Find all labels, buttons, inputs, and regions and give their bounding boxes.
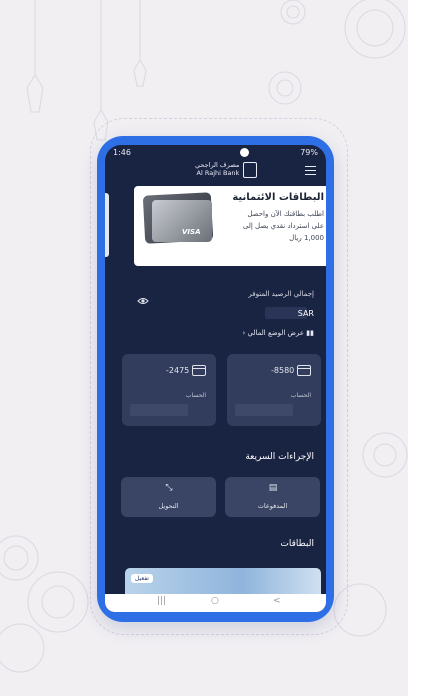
credit-card-promo[interactable]: VISA البطاقات الائتمانية اطلب بطاقتك الآ…	[134, 186, 326, 266]
right-edge-strip	[408, 0, 422, 696]
status-time: 1:46	[113, 148, 131, 157]
financial-status-label: عرض الوضع المالي	[247, 329, 305, 337]
phone-frame: 1:46 79% مصرف الراجحي Al Rajhi Bank VISA…	[97, 136, 334, 622]
card-icon	[192, 365, 206, 376]
financial-status-link[interactable]: ▮▮ عرض الوضع المالي ‹	[242, 329, 314, 337]
home-icon[interactable]: ○	[211, 596, 219, 606]
transfer-button[interactable]: ⤡ التحويل	[121, 477, 216, 517]
bank-name-en: Al Rajhi Bank	[196, 169, 240, 177]
bank-logo-text: مصرف الراجحي Al Rajhi Bank	[195, 161, 239, 177]
transfer-label: التحويل	[158, 502, 179, 510]
recents-icon[interactable]: |||	[157, 596, 166, 606]
account-balance-hidden	[130, 404, 188, 416]
eye-icon[interactable]	[137, 297, 149, 305]
promo-stack-edge	[105, 193, 109, 257]
account-number: -2475	[166, 366, 190, 375]
cards-section-title: البطاقات	[280, 539, 314, 549]
menu-icon[interactable]	[305, 166, 316, 178]
promo-body: اطلب بطاقتك الآن واحصل على استرداد نقدي …	[242, 210, 324, 242]
account-card-8580[interactable]: -8580 الحساب	[227, 354, 321, 426]
app-header: مصرف الراجحي Al Rajhi Bank	[105, 159, 326, 185]
account-card-2475[interactable]: -2475 الحساب	[122, 354, 216, 426]
bank-name-ar: مصرف الراجحي	[195, 161, 240, 169]
card-icon	[297, 365, 311, 376]
payments-button[interactable]: ▤ المدفوعات	[225, 477, 320, 517]
payments-label: المدفوعات	[257, 502, 288, 510]
promo-title: البطاقات الائتمانية	[232, 192, 324, 203]
chart-icon: ▮▮	[304, 329, 314, 337]
balance-currency: SAR	[297, 309, 314, 318]
android-nav-bar: ||| ○ <	[105, 594, 326, 612]
account-label: الحساب	[290, 392, 311, 399]
total-balance-label: إجمالي الرصيد المتوفر	[248, 290, 314, 298]
bank-logo-icon	[243, 162, 257, 178]
visa-logo: VISA	[182, 228, 201, 236]
quick-actions-title: الإجراءات السريعة	[245, 452, 314, 462]
app-screen: 1:46 79% مصرف الراجحي Al Rajhi Bank VISA…	[105, 145, 326, 612]
transfer-arrows-icon: ⤡	[165, 483, 173, 493]
status-indicators: 79%	[300, 148, 318, 157]
activate-button[interactable]: تفعيل	[131, 574, 153, 583]
camera-cutout	[240, 148, 249, 157]
document-icon: ▤	[268, 483, 278, 493]
account-balance-hidden	[235, 404, 293, 416]
account-label: الحساب	[185, 392, 206, 399]
account-number: -8580	[271, 366, 295, 375]
back-icon[interactable]: <	[273, 596, 281, 606]
card-preview[interactable]: تفعيل	[125, 568, 321, 594]
